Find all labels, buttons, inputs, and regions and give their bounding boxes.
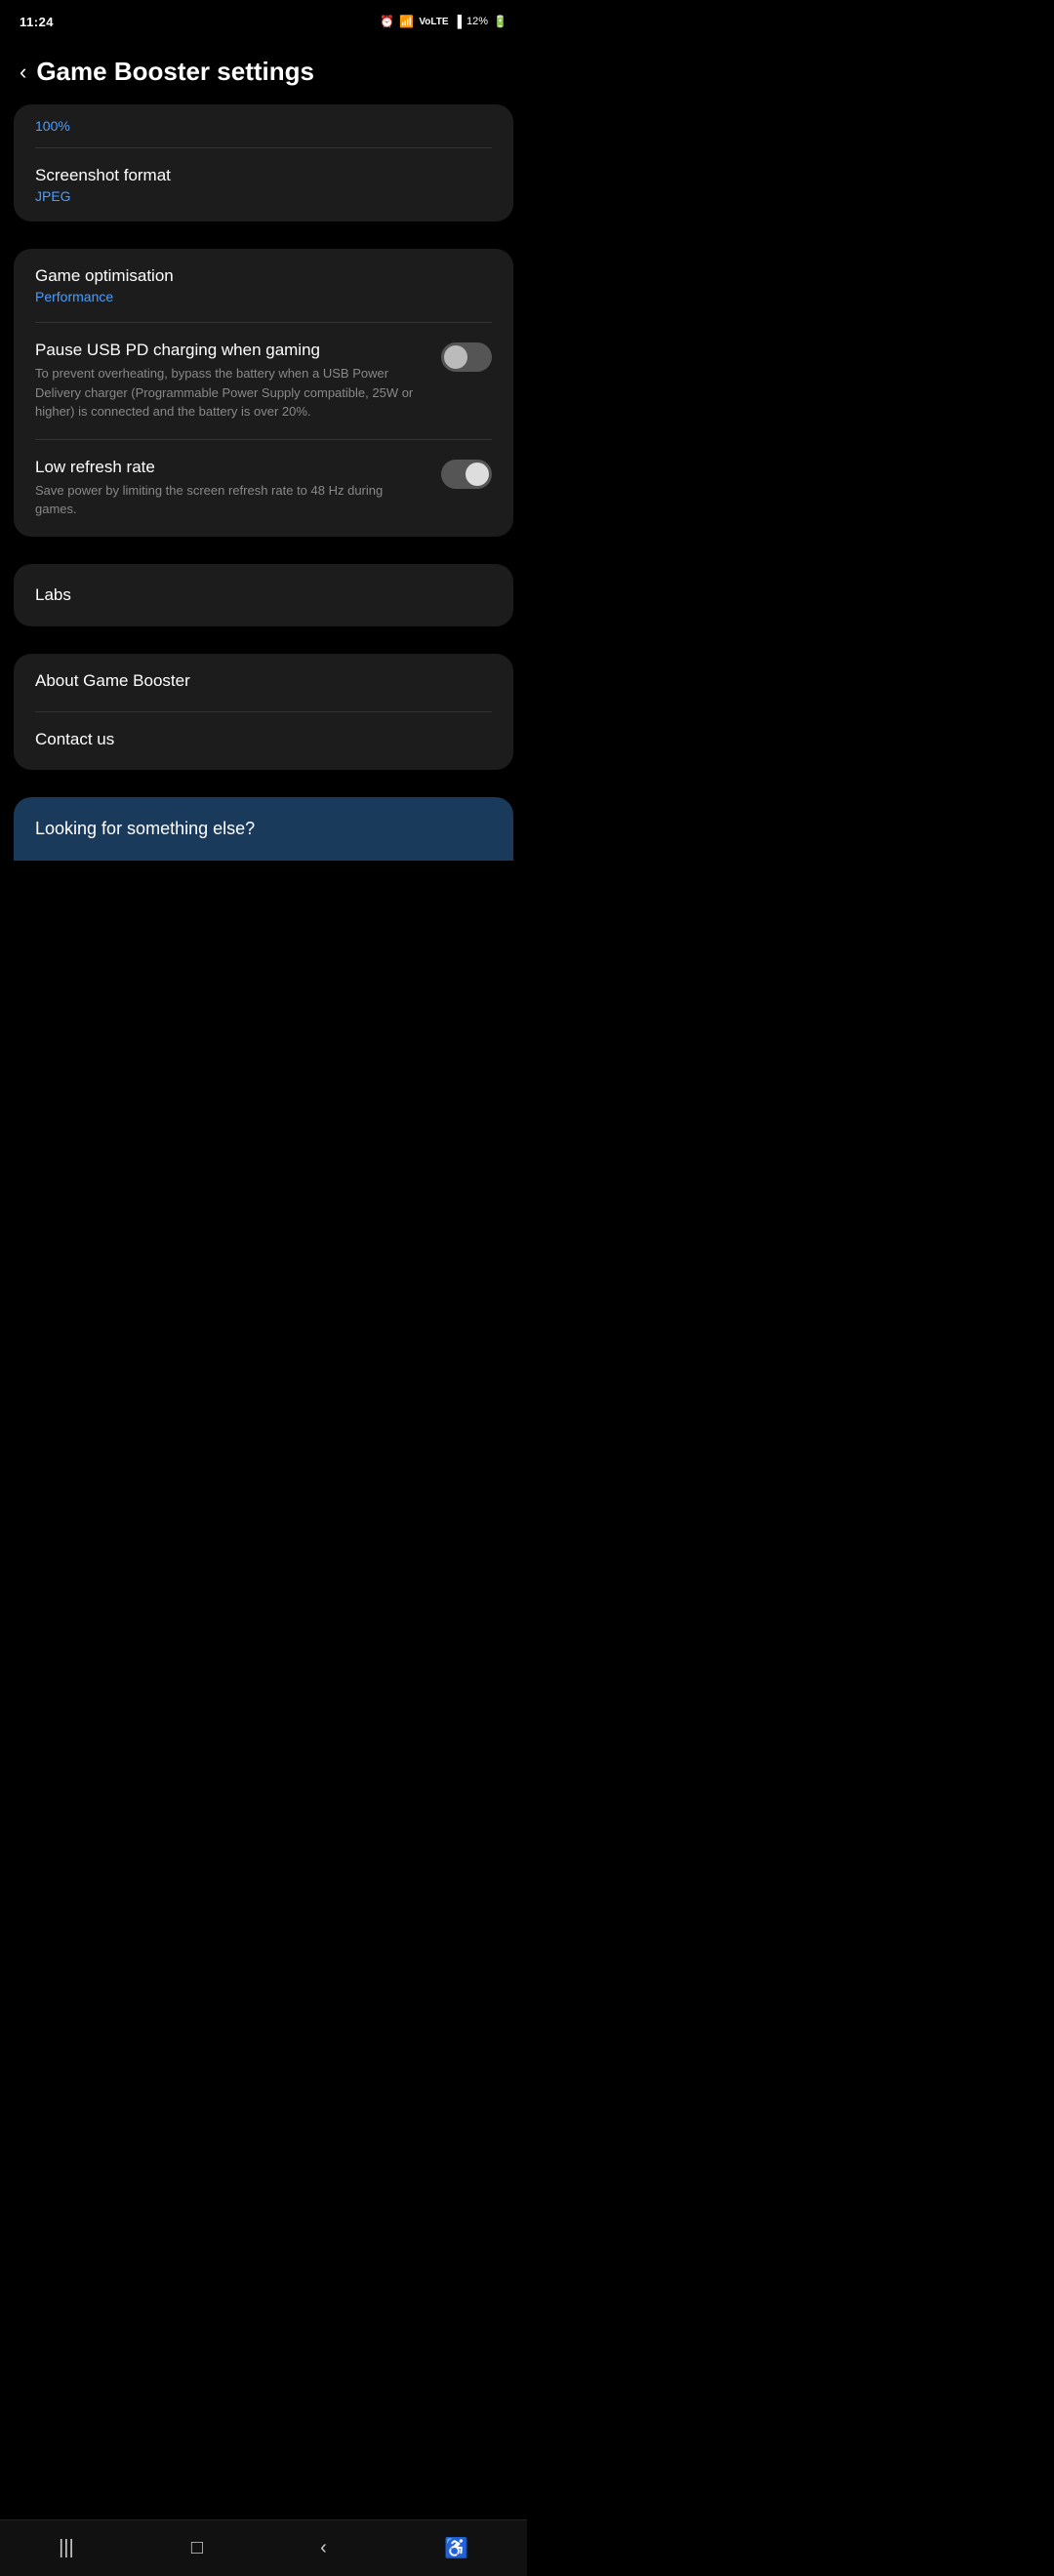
about-label: About Game Booster [35, 671, 492, 691]
status-bar: 11:24 ⏰ 📶 VoLTE ▐ 12% 🔋 [0, 0, 527, 39]
pause-usb-knob [444, 345, 467, 369]
battery-text: 12% [466, 16, 488, 27]
recent-apps-button[interactable]: ||| [59, 2537, 74, 2559]
game-optimisation-item[interactable]: Game optimisation Performance [14, 249, 513, 322]
pause-usb-item: Pause USB PD charging when gaming To pre… [14, 323, 513, 439]
status-icons: ⏰ 📶 VoLTE ▐ 12% 🔋 [380, 15, 507, 28]
pause-usb-toggle[interactable] [441, 342, 492, 372]
bottom-navigation: ||| □ ‹ ♿ [0, 2519, 527, 2576]
low-refresh-item: Low refresh rate Save power by limiting … [14, 440, 513, 537]
back-nav-button[interactable]: ‹ [320, 2537, 327, 2559]
game-optimisation-label: Game optimisation [35, 266, 492, 286]
screenshot-card: 100% Screenshot format JPEG [14, 104, 513, 221]
signal-icon: ▐ [454, 15, 463, 28]
volte-icon: VoLTE [419, 17, 448, 27]
looking-for-something-banner[interactable]: Looking for something else? [14, 797, 513, 861]
about-item[interactable]: About Game Booster [14, 654, 513, 711]
home-button[interactable]: □ [191, 2537, 203, 2559]
percent-value: 100% [14, 104, 513, 147]
wifi-icon: 📶 [399, 15, 414, 28]
labs-card[interactable]: Labs [14, 564, 513, 626]
banner-title: Looking for something else? [35, 819, 255, 838]
contact-label: Contact us [35, 730, 492, 749]
back-button[interactable]: ‹ [20, 61, 26, 83]
status-time: 11:24 [20, 15, 54, 29]
contact-item[interactable]: Contact us [14, 712, 513, 770]
page-title: Game Booster settings [36, 57, 314, 87]
low-refresh-text: Low refresh rate Save power by limiting … [35, 458, 427, 519]
pause-usb-desc: To prevent overheating, bypass the batte… [35, 364, 427, 422]
low-refresh-desc: Save power by limiting the screen refres… [35, 481, 427, 519]
about-card: About Game Booster Contact us [14, 654, 513, 770]
low-refresh-title: Low refresh rate [35, 458, 427, 477]
optimisation-card: Game optimisation Performance Pause USB … [14, 249, 513, 537]
low-refresh-toggle[interactable] [441, 460, 492, 489]
screenshot-format-value: JPEG [35, 188, 492, 204]
pause-usb-title: Pause USB PD charging when gaming [35, 341, 427, 360]
labs-label: Labs [14, 564, 513, 626]
alarm-icon: ⏰ [380, 15, 394, 28]
low-refresh-knob [466, 463, 489, 486]
pause-usb-text: Pause USB PD charging when gaming To pre… [35, 341, 427, 422]
page-header: ‹ Game Booster settings [0, 39, 527, 104]
screenshot-format-label: Screenshot format [35, 166, 492, 185]
battery-icon: 🔋 [493, 15, 507, 28]
game-optimisation-value: Performance [35, 289, 492, 304]
accessibility-button[interactable]: ♿ [444, 2536, 468, 2560]
screenshot-format-item[interactable]: Screenshot format JPEG [14, 148, 513, 221]
